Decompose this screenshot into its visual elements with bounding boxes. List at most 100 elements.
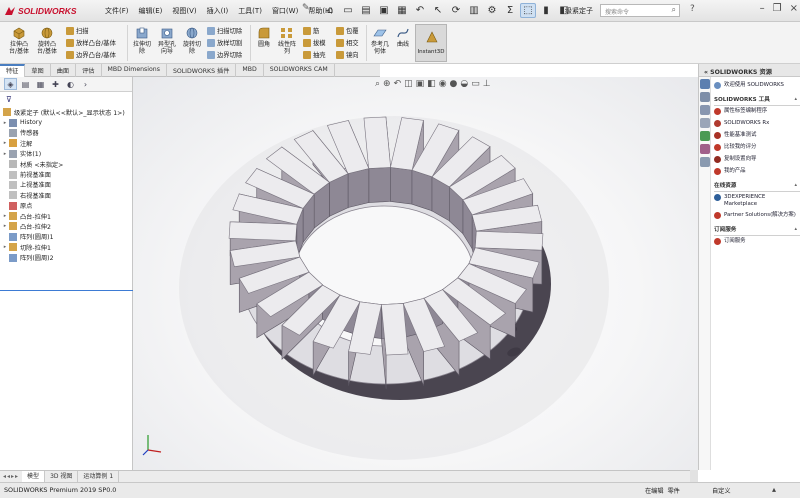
online-section-header[interactable]: 在线资源 ▴ [714, 181, 800, 189]
property-manager-icon[interactable]: ▤ [19, 78, 32, 90]
appearances-icon[interactable] [700, 131, 710, 141]
help-icon[interactable]: ? [690, 4, 695, 14]
horizontal-scrollbar[interactable] [690, 470, 698, 482]
tab-surfaces[interactable]: 曲面 [51, 64, 77, 77]
linear-pattern-button[interactable]: 线性阵 列 [276, 26, 298, 55]
solidworks-logo[interactable]: SOLIDWORKS [4, 5, 77, 17]
tab-features[interactable]: 特征 [0, 64, 26, 77]
display-manager-icon[interactable]: ◐ [64, 78, 77, 90]
display-pane-icon[interactable]: ⊥ [483, 79, 491, 89]
draft-button[interactable]: 拔模 [303, 38, 326, 47]
tree-item[interactable]: 原点 [2, 201, 130, 211]
tab-mbd-dimensions[interactable]: MBD Dimensions [102, 64, 167, 77]
custom-properties-icon[interactable] [700, 144, 710, 154]
search-icon[interactable]: ⌕ [672, 5, 676, 15]
edit-appearance-icon[interactable]: ● [450, 79, 458, 89]
tools-section-header[interactable]: SOLIDWORKS 工具 ▴ [714, 95, 800, 103]
minimize-icon[interactable]: – [760, 3, 765, 14]
view-palette-icon[interactable] [700, 118, 710, 128]
collapse-icon[interactable]: ▴ [794, 96, 797, 102]
configuration-manager-icon[interactable]: ▦ [34, 78, 47, 90]
new-icon[interactable]: ▭ [340, 3, 356, 18]
expand-arrow-icon[interactable]: ▸ [2, 223, 8, 229]
expand-arrow-icon[interactable]: ▸ [2, 140, 8, 146]
task-pane-link[interactable]: 订阅服务 [714, 238, 800, 245]
expand-arrow-icon[interactable]: ▸ [2, 213, 8, 219]
pin-icon[interactable]: ✎ [302, 3, 310, 13]
units-selector[interactable]: 自定义 [712, 486, 731, 495]
zoom-fit-icon[interactable]: ⌕ [375, 79, 380, 89]
tab-evaluate[interactable]: 评估 [76, 64, 102, 77]
tab-sketch[interactable]: 草图 [25, 64, 51, 77]
status-help-icon[interactable]: ▴ [772, 485, 776, 494]
save-icon[interactable]: ▣ [376, 3, 392, 18]
welcome-link[interactable]: 欢迎使用 SOLIDWORKS [714, 82, 800, 89]
previous-view-icon[interactable]: ↶ [394, 79, 402, 89]
file-explorer-icon[interactable] [700, 105, 710, 115]
expand-arrow-icon[interactable]: ▸ [2, 151, 8, 157]
rebuild-icon[interactable]: ⟳ [448, 3, 464, 18]
boundary-boss-button[interactable]: 边界凸台/基体 [66, 50, 116, 59]
tree-item[interactable]: 阵列(圆周)1 [2, 232, 130, 242]
tree-item[interactable]: ▸ 切除-拉伸1 [2, 242, 130, 252]
display-style-icon[interactable]: ◧ [427, 79, 436, 89]
stator-model[interactable] [133, 77, 698, 470]
tree-item[interactable]: 上视基准面 [2, 180, 130, 190]
section-view-icon[interactable]: ◫ [404, 79, 413, 89]
tree-item[interactable]: 前视基准面 [2, 169, 130, 179]
tree-item[interactable]: ▸ 凸台-拉伸2 [2, 221, 130, 231]
feature-tree-icon[interactable]: ◈ [4, 78, 17, 90]
scene-icon[interactable]: ◒ [460, 79, 468, 89]
task-pane-link[interactable]: Partner Solutions(解决方案) [714, 212, 800, 219]
task-pane-link[interactable]: 3DEXPERIENCE Marketplace [714, 194, 800, 207]
dimxpert-icon[interactable]: ✚ [49, 78, 62, 90]
zoom-area-icon[interactable]: ⊕ [383, 79, 391, 89]
revolved-boss-button[interactable]: 旋转凸 台/基体 [34, 26, 60, 55]
home-icon[interactable]: ⌂ [322, 3, 338, 18]
wrap-button[interactable]: 包覆 [336, 26, 359, 35]
sum-icon[interactable]: Σ [502, 3, 518, 18]
extruded-boss-button[interactable]: 拉伸凸 台/基体 [6, 26, 32, 55]
tree-root[interactable]: 级紧定子 (默认<<默认>_显示状态 1>) [2, 107, 130, 117]
view-settings-icon[interactable]: ▭ [471, 79, 480, 89]
intersect-button[interactable]: 相交 [336, 38, 359, 47]
file-properties-icon[interactable]: ▥ [466, 3, 482, 18]
close-icon[interactable]: × [790, 3, 798, 14]
tab-scroll-arrows-icon[interactable]: ◂◂▸▸ [0, 473, 22, 480]
task-pane-link[interactable]: 比较我的评分 [714, 144, 800, 151]
mirror-button[interactable]: 镜向 [336, 50, 359, 59]
task-pane-link[interactable]: SOLIDWORKS Rx [714, 120, 800, 127]
fillet-button[interactable]: 圆角 [253, 26, 275, 48]
menu-tools[interactable]: 工具(T) [233, 6, 267, 16]
task-pane-link[interactable]: 属性标签编制程序 [714, 108, 800, 115]
collapse-icon[interactable]: ▴ [794, 182, 797, 188]
task-pane-link[interactable]: 我的产品 [714, 168, 800, 175]
lofted-cut-button[interactable]: 放样切割 [207, 38, 242, 47]
instant3d-button[interactable]: Instant3D [415, 24, 447, 62]
tab-addins[interactable]: SOLIDWORKS 插件 [167, 64, 237, 77]
tree-item[interactable]: ▸ 凸台-拉伸1 [2, 211, 130, 221]
boundary-cut-button[interactable]: 边界切除 [207, 50, 242, 59]
hole-wizard-button[interactable]: 异型孔 向导 [155, 26, 179, 55]
revolved-cut-button[interactable]: 旋转切 除 [180, 26, 204, 55]
swept-cut-button[interactable]: 扫描切除 [207, 26, 242, 35]
loft-boss-button[interactable]: 放样凸台/基体 [66, 38, 116, 47]
open-icon[interactable]: ▤ [358, 3, 374, 18]
tree-item[interactable]: ▸ History [2, 117, 130, 127]
collapse-icon[interactable]: ▴ [794, 226, 797, 232]
curves-button[interactable]: 曲线 [393, 26, 413, 48]
tab-model[interactable]: 模型 [22, 471, 46, 482]
toggle-icon[interactable]: ▮ [538, 3, 554, 18]
resources-icon[interactable] [700, 79, 710, 89]
forum-icon[interactable] [700, 157, 710, 167]
view-orientation-icon[interactable]: ▣ [416, 79, 425, 89]
expand-arrow-icon[interactable]: ▸ [2, 120, 8, 126]
tree-item[interactable]: ▸ 实体(1) [2, 149, 130, 159]
options-icon[interactable]: ⚙ [484, 3, 500, 18]
rib-button[interactable]: 筋 [303, 26, 319, 35]
restore-icon[interactable]: ❐ [773, 3, 782, 14]
design-library-icon[interactable] [700, 92, 710, 102]
menu-edit[interactable]: 编辑(E) [134, 6, 168, 16]
filter-icon[interactable]: ⊽ [6, 95, 12, 104]
task-pane-link[interactable]: 复制设置向导 [714, 156, 800, 163]
